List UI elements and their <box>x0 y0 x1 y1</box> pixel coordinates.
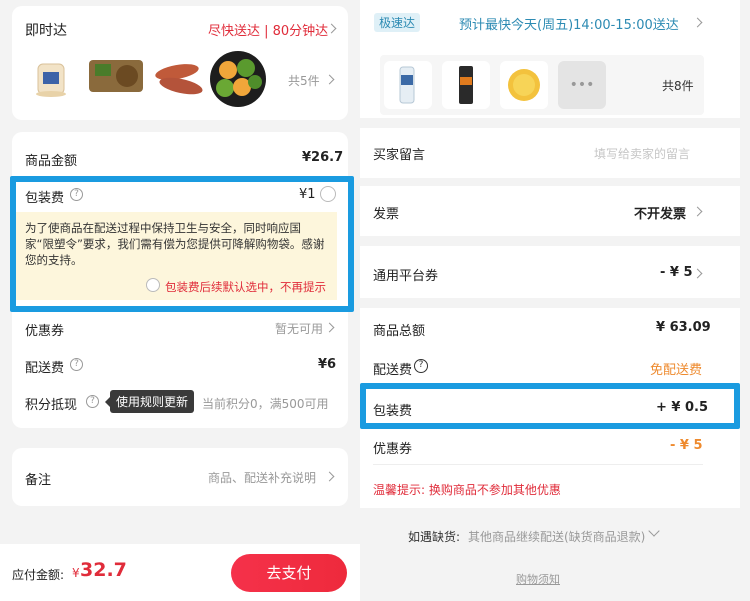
highlight-box <box>10 176 354 312</box>
help-icon[interactable]: ? <box>70 358 83 371</box>
stockout-option[interactable]: 其他商品继续配送(缺货商品退款) <box>468 528 645 545</box>
shipping-fee-label: 配送费 <box>373 363 413 378</box>
express-badge: 极速达 <box>374 13 421 32</box>
points-value: 当前积分0，满500可用 <box>202 397 329 411</box>
coupon-label: 优惠券 <box>373 442 413 457</box>
delivery-promise: 尽快送达 | 80分钟达 <box>208 24 329 39</box>
coupon-value[interactable]: 暂无可用 <box>275 320 323 337</box>
product-thumb-bread[interactable] <box>32 58 72 100</box>
product-thumb-mango[interactable] <box>500 61 548 109</box>
chevron-down-icon[interactable] <box>648 525 660 537</box>
coupon-value: - ¥ 5 <box>670 438 703 453</box>
buyer-message-label: 买家留言 <box>373 148 426 163</box>
chevron-right-icon <box>324 471 335 482</box>
product-thumb-sweet-potato[interactable] <box>153 56 205 100</box>
buyer-message-row[interactable]: 买家留言 填写给卖家的留言 <box>360 128 740 178</box>
delivery-fee-value: ¥6 <box>318 357 337 372</box>
coupon-label: 优惠券 <box>25 324 65 339</box>
highlight-box <box>360 383 740 429</box>
more-products-icon[interactable]: ••• <box>558 61 606 109</box>
invoice-row[interactable]: 发票 不开发票 <box>360 186 740 236</box>
goods-total-value: ¥ 63.09 <box>656 320 711 335</box>
total-value: 32.7 <box>80 559 127 581</box>
platform-coupon-value: - ¥ 5 <box>660 265 693 280</box>
delivery-item-count: 共5件 <box>288 74 320 88</box>
remark-placeholder[interactable]: 商品、配送补充说明 <box>208 469 316 486</box>
delivery-title: 即时达 <box>25 23 67 39</box>
promo-tip: 温馨提示: 换购商品不参加其他优惠 <box>373 483 561 497</box>
instant-delivery-card[interactable]: 即时达 尽快送达 | 80分钟达 共5件 <box>12 6 348 120</box>
shipping-fee-value: 免配送费 <box>650 363 703 378</box>
delivery-eta: 预计最快今天(周五)14:00-15:00送达 <box>459 18 679 33</box>
help-icon[interactable]: ? <box>414 359 428 373</box>
chevron-right-icon <box>692 206 703 217</box>
goods-total-label: 商品总额 <box>373 324 426 339</box>
express-delivery-card[interactable]: 极速达 预计最快今天(周五)14:00-15:00送达 ••• 共8件 <box>360 0 740 118</box>
product-thumb-oranges[interactable] <box>209 50 267 108</box>
pay-button[interactable]: 去支付 <box>231 554 347 592</box>
chevron-right-icon <box>692 268 703 279</box>
left-screen: 即时达 尽快送达 | 80分钟达 共5件 商品金额 ¥26.7 包装费 ? ¥1… <box>0 0 360 601</box>
platform-coupon-row[interactable]: 通用平台券 - ¥ 5 <box>360 246 740 298</box>
product-thumb-juice[interactable] <box>442 61 490 109</box>
total-label: 应付金额: <box>12 568 65 582</box>
right-screen: 极速达 预计最快今天(周五)14:00-15:00送达 ••• 共8件 买家留言… <box>360 0 750 601</box>
shopping-notice-link[interactable]: 购物须知 <box>516 571 560 587</box>
delivery-fee-label: 配送费 <box>25 361 65 376</box>
remark-label: 备注 <box>25 473 52 488</box>
chevron-right-icon <box>324 322 335 333</box>
remark-card[interactable]: 备注 商品、配送补充说明 <box>12 448 348 506</box>
invoice-value: 不开发票 <box>634 207 687 222</box>
divider <box>373 464 703 465</box>
delivery-item-count: 共8件 <box>662 79 694 93</box>
product-thumb-milk[interactable] <box>384 61 432 109</box>
chevron-right-icon <box>324 74 335 85</box>
checkout-footer: 应付金额: ¥ 32.7 去支付 <box>0 544 360 601</box>
total-currency: ¥ <box>72 566 80 580</box>
goods-amount-value: ¥26.7 <box>302 150 344 165</box>
chevron-right-icon <box>692 17 703 28</box>
invoice-label: 发票 <box>373 207 400 222</box>
points-label: 积分抵现 <box>25 398 78 413</box>
buyer-message-input[interactable]: 填写给卖家的留言 <box>594 145 690 162</box>
help-icon[interactable]: ? <box>86 395 99 408</box>
goods-amount-label: 商品金额 <box>25 154 78 169</box>
stockout-label: 如遇缺货: <box>408 530 461 544</box>
product-thumb-snack[interactable] <box>87 54 145 98</box>
product-strip[interactable]: ••• 共8件 <box>380 55 704 115</box>
platform-coupon-label: 通用平台券 <box>373 269 439 284</box>
points-rule-tooltip[interactable]: 使用规则更新 <box>104 390 195 413</box>
